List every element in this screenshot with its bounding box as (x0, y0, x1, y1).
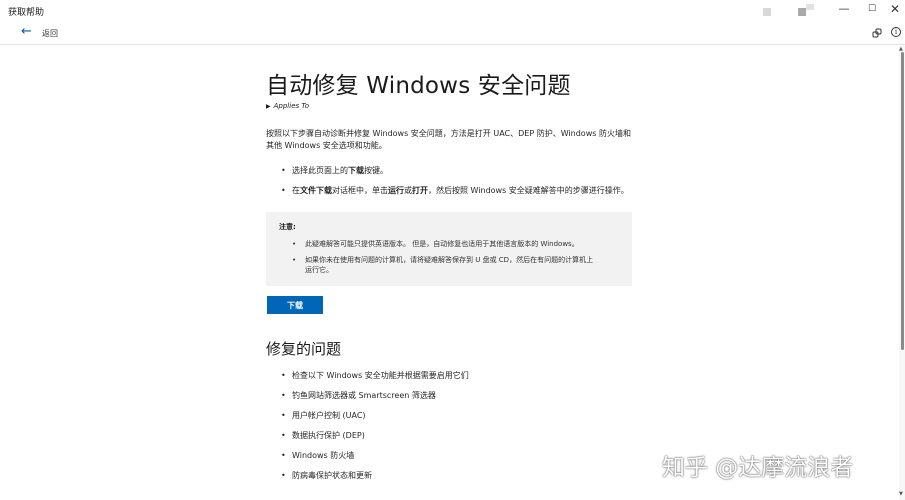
list-item: • 用户帐户控制 (UAC) (266, 411, 469, 421)
note-text: 如果你未在使用有问题的计算机，请将疑难解答保存到 U 盘或 CD，然后在有问题的… (305, 256, 594, 274)
step-text: 对话框中，单击 (332, 186, 388, 195)
step-bold: 打开 (412, 186, 428, 195)
fix-text: 检查以下 Windows 安全功能并根据需要启用它们 (292, 371, 469, 380)
step-bold: 文件下载 (300, 186, 332, 195)
fix-text: 钓鱼网站筛选器或 Smartscreen 筛选器 (292, 391, 436, 400)
watermark: 知乎 @达摩流浪者 (662, 455, 854, 481)
pixel-decor-2 (798, 8, 806, 16)
step-text: 按键。 (364, 166, 388, 175)
bullet-icon: • (281, 451, 286, 460)
page-title: 自动修复 Windows 安全问题 (266, 73, 571, 99)
close-button[interactable]: ✕ (881, 1, 905, 19)
note-title: 注意: (279, 223, 296, 231)
expand-triangle-icon: ▶ (266, 103, 271, 110)
back-button-label[interactable]: 返回 (42, 28, 58, 39)
fix-text: Windows 防火墙 (292, 451, 355, 460)
pixel-decor-1 (763, 8, 771, 16)
list-item: • 数据执行保护 (DEP) (266, 431, 469, 441)
step-text: 选择此页面上的 (292, 166, 348, 175)
bullet-icon: • (292, 240, 297, 248)
note-list: • 此疑难解答可能只提供英语版本。 但是，自动修复也适用于其他语言版本的 Wind… (266, 239, 596, 281)
title-bar: 获取帮助 — ☐ ✕ (0, 0, 905, 22)
minimize-button[interactable]: — (830, 1, 858, 19)
bullet-icon: • (281, 371, 286, 380)
note-text: 此疑难解答可能只提供英语版本。 但是，自动修复也适用于其他语言版本的 Windo… (305, 240, 579, 248)
download-button[interactable]: 下载 (267, 296, 323, 314)
list-item: • 防病毒保护状态和更新 (266, 471, 469, 481)
list-item: • 如果你未在使用有问题的计算机，请将疑难解答保存到 U 盘或 CD，然后在有问题… (266, 255, 596, 275)
step-text: 或 (404, 186, 412, 195)
pixel-decor-3 (806, 4, 814, 10)
bullet-icon: • (281, 471, 286, 480)
bullet-icon: • (281, 431, 286, 440)
bullet-icon: • (281, 166, 286, 175)
section-title: 修复的问题 (266, 340, 342, 358)
step-bold: 下载 (348, 166, 364, 175)
bullet-icon: • (281, 411, 286, 420)
step-text: ，然后按照 Windows 安全疑难解答中的步骤进行操作。 (428, 186, 629, 195)
list-item: • 钓鱼网站筛选器或 Smartscreen 筛选器 (266, 391, 469, 401)
bullet-icon: • (281, 391, 286, 400)
share-link-icon[interactable] (872, 28, 882, 38)
steps-list: • 选择此页面上的下载按键。 • 在文件下载对话框中，单击运行或打开，然后按照 … (266, 166, 629, 206)
scroll-down-icon[interactable]: ▼ (899, 491, 903, 497)
info-icon[interactable]: i (891, 27, 901, 37)
step-text: 在 (292, 186, 300, 195)
app-title: 获取帮助 (8, 8, 45, 18)
back-arrow-icon[interactable]: ← (21, 24, 32, 39)
list-item: • Windows 防火墙 (266, 451, 469, 461)
note-box: 注意: • 此疑难解答可能只提供英语版本。 但是，自动修复也适用于其他语言版本的 … (266, 212, 632, 286)
list-item: • 此疑难解答可能只提供英语版本。 但是，自动修复也适用于其他语言版本的 Wind… (266, 239, 596, 249)
fix-text: 用户帐户控制 (UAC) (292, 411, 366, 420)
list-item: • 选择此页面上的下载按键。 (266, 166, 629, 176)
fix-text: 数据执行保护 (DEP) (292, 431, 365, 440)
bullet-icon: • (281, 186, 286, 195)
list-item: • 检查以下 Windows 安全功能并根据需要启用它们 (266, 371, 469, 381)
fix-text: 防病毒保护状态和更新 (292, 471, 372, 480)
applies-to-toggle[interactable]: ▶ Applies To (266, 102, 309, 110)
list-item: • 在文件下载对话框中，单击运行或打开，然后按照 Windows 安全疑难解答中… (266, 186, 629, 196)
applies-to-label: Applies To (273, 102, 310, 110)
bullet-icon: • (292, 256, 297, 264)
intro-paragraph: 按照以下步骤自动诊断并修复 Windows 安全问题，方法是打开 UAC、DEP… (266, 129, 631, 150)
scrollbar-thumb[interactable] (901, 52, 904, 350)
fixes-list: • 检查以下 Windows 安全功能并根据需要启用它们 • 钓鱼网站筛选器或 Sm… (266, 371, 469, 491)
step-bold: 运行 (388, 186, 404, 195)
nav-bar: ← 返回 i (0, 22, 905, 45)
